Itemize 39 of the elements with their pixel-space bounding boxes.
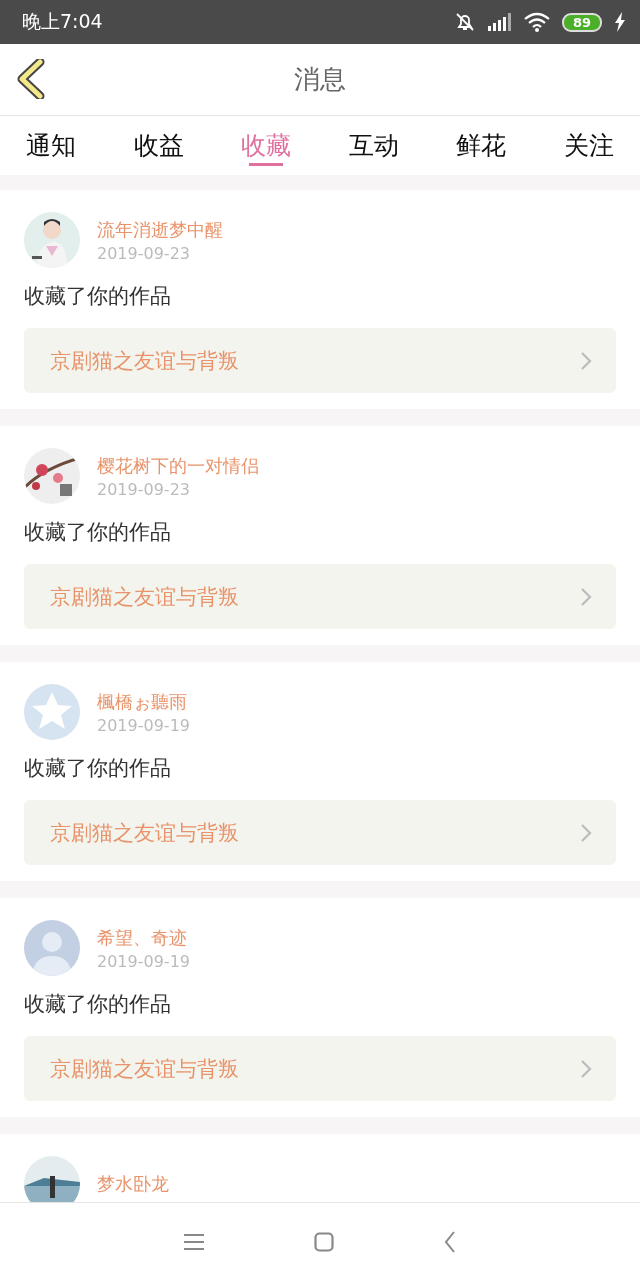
user-name[interactable]: 梦水卧龙 xyxy=(97,1172,169,1196)
work-link[interactable]: 京剧猫之友谊与背叛 xyxy=(24,328,616,393)
star-avatar-icon xyxy=(24,684,80,740)
message-date: 2019-09-23 xyxy=(97,479,191,499)
tab[interactable]: 通知 xyxy=(24,116,78,175)
tab[interactable]: 关注 xyxy=(561,116,616,175)
message-date: 2019-09-19 xyxy=(97,951,190,971)
user-name[interactable]: 流年消逝梦中醒 xyxy=(97,217,223,242)
tab[interactable]: 收藏 xyxy=(239,116,294,175)
signal-icon xyxy=(487,13,512,31)
user-name[interactable]: 希望、奇迹 xyxy=(97,925,190,950)
home-icon[interactable] xyxy=(314,1231,334,1252)
message-date: 2019-09-19 xyxy=(97,715,190,735)
message-text: 收藏了你的作品 xyxy=(24,283,172,310)
chevron-right-icon xyxy=(580,350,592,371)
status-time: 晚上7:04 xyxy=(22,9,104,34)
message-text: 收藏了你的作品 xyxy=(24,519,172,546)
chevron-right-icon xyxy=(580,586,592,607)
message-text: 收藏了你的作品 xyxy=(24,991,172,1018)
user-name[interactable]: 樱花树下的一对情侣 xyxy=(97,453,259,478)
tab[interactable]: 互动 xyxy=(346,116,401,175)
work-link[interactable]: 京剧猫之友谊与背叛 xyxy=(24,800,616,865)
work-link[interactable]: 京剧猫之友谊与背叛 xyxy=(24,1036,616,1101)
bell-muted-icon xyxy=(453,11,476,33)
chevron-right-icon xyxy=(580,1058,592,1079)
battery-level: 89 xyxy=(561,12,602,32)
person-avatar-icon xyxy=(24,920,80,976)
user-name[interactable]: 楓橋ぉ聽雨 xyxy=(97,689,190,714)
tab[interactable]: 收益 xyxy=(131,116,186,175)
work-link[interactable]: 京剧猫之友谊与背叛 xyxy=(24,564,616,629)
back-icon[interactable] xyxy=(444,1230,456,1253)
charging-icon xyxy=(614,12,626,32)
message-text: 收藏了你的作品 xyxy=(24,755,172,782)
wifi-icon xyxy=(523,12,550,32)
tab[interactable]: 鲜花 xyxy=(454,116,509,175)
menu-icon[interactable] xyxy=(184,1232,204,1251)
page-title: 消息 xyxy=(294,63,346,96)
chevron-right-icon xyxy=(580,822,592,843)
message-date: 2019-09-23 xyxy=(97,243,191,263)
